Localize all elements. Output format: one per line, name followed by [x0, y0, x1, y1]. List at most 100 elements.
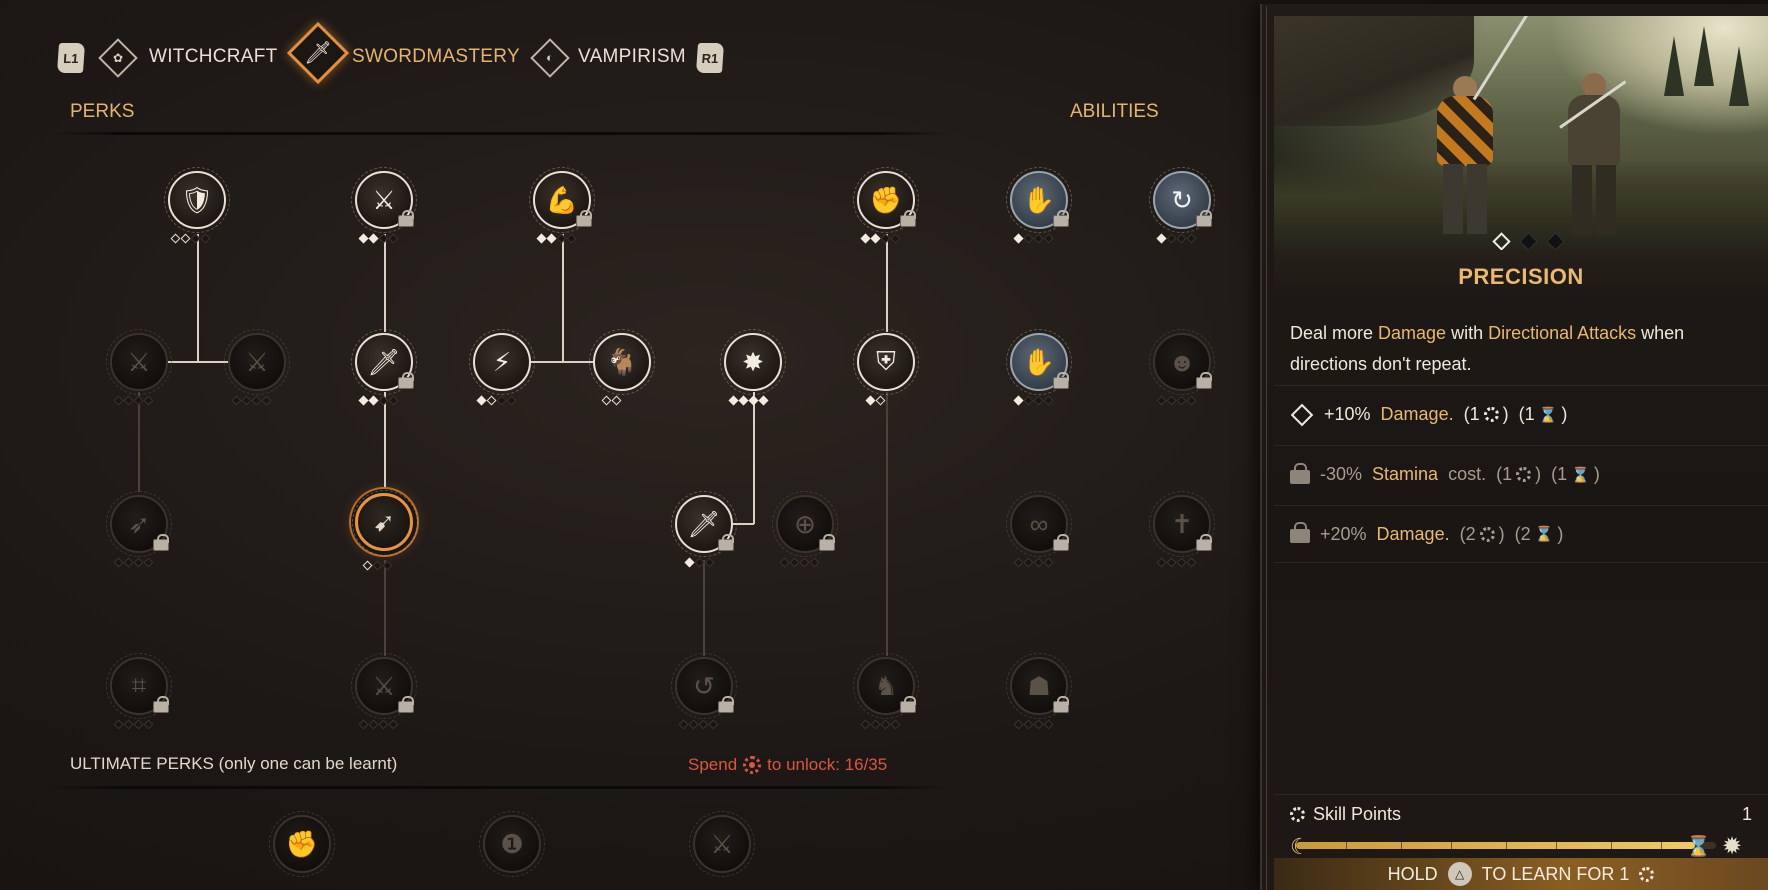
vampirism-icon[interactable]: ◐: [530, 38, 570, 78]
skill-point-icon: [1479, 526, 1495, 542]
perk-tiers: [684, 557, 715, 568]
tier-time-cost: (1 ⌛): [1518, 404, 1568, 424]
perk-node-beast[interactable]: 🐐: [589, 329, 655, 395]
hourglass-icon: ⌛: [1686, 836, 1711, 858]
perk-node-blades-locked[interactable]: ⚔: [106, 329, 172, 395]
perk-tiers: [362, 560, 393, 571]
ultimate-node-one[interactable]: ❶: [479, 811, 545, 877]
learn-prompt[interactable]: HOLD △ TO LEARN FOR 1: [1274, 862, 1768, 886]
skill-point-icon: [1516, 467, 1532, 482]
tier-time-cost: (2 ⌛): [1514, 523, 1564, 544]
perk-preview-image: [1274, 16, 1768, 250]
lock-icon: [1053, 372, 1069, 389]
desc-text: Deal more: [1290, 323, 1379, 343]
cost-points: (1: [1463, 404, 1480, 424]
lock-icon: [1290, 462, 1310, 484]
perk-tiers: [860, 233, 901, 244]
perk-tiers: [678, 719, 719, 730]
perk-node-shield[interactable]: 🛡: [164, 167, 230, 233]
perk-tier-2[interactable]: -30% Stamina cost. (1) (1 ⌛): [1274, 445, 1768, 503]
lock-icon: [819, 534, 835, 551]
tier-value: +20%: [1320, 523, 1367, 544]
ability-tiers: [1156, 233, 1197, 244]
tab-vampirism[interactable]: VAMPIRISM: [578, 46, 686, 68]
skill-point-icon: [1483, 407, 1499, 422]
desc-text: with: [1446, 323, 1489, 343]
unlock-prefix: Spend: [688, 755, 738, 774]
perk-tiers: [113, 719, 154, 730]
lock-icon: [398, 696, 414, 713]
perk-tiers: [536, 233, 577, 244]
skill-points-label: Skill Points: [1313, 804, 1402, 824]
prev-tab-button[interactable]: L1: [56, 43, 86, 73]
perk-node-crossed-swords-locked[interactable]: ⚔: [224, 329, 290, 395]
lock-icon: [398, 372, 414, 389]
perk-title: PRECISION: [1274, 250, 1768, 304]
ultimate-divider: [48, 786, 952, 789]
ability-tiers: [1156, 395, 1197, 406]
perk-tiers: [231, 395, 272, 406]
lock-icon: [1053, 696, 1069, 713]
preview-carousel[interactable]: [1492, 232, 1565, 251]
hourglass-icon: ⌛: [1534, 526, 1554, 543]
hourglass-icon: ⌛: [1571, 466, 1590, 484]
skill-point-icon: [743, 756, 762, 774]
perk-tiers: [476, 395, 517, 406]
perk-node-explosion[interactable]: ✸: [720, 329, 786, 395]
ability-tiers: [1013, 557, 1054, 568]
perk-tiers: [779, 557, 820, 568]
triangle-button-icon[interactable]: △: [1447, 862, 1472, 886]
perk-tier-1[interactable]: +10% Damage. (1) (1 ⌛): [1274, 385, 1768, 443]
perk-tiers: [113, 395, 154, 406]
tier-stat: Damage.: [1380, 404, 1454, 424]
lock-icon: [576, 210, 592, 227]
unlock-progress: to unlock: 16/35: [767, 755, 888, 774]
tier-point-cost: (1): [1496, 464, 1542, 484]
perk-tier-3[interactable]: +20% Damage. (2) (2 ⌛): [1274, 505, 1768, 563]
next-tab-button[interactable]: R1: [695, 43, 725, 73]
ability-tiers: [1013, 395, 1054, 406]
perk-node-slash-spark[interactable]: ⚡: [469, 329, 535, 395]
perk-tiers: [358, 233, 399, 244]
tier-unlocked-icon: [1290, 403, 1314, 426]
cost-time: (1: [1551, 464, 1568, 484]
lock-icon: [900, 210, 916, 227]
sun-icon: ✹: [1722, 833, 1743, 860]
tier-time-cost: (1 ⌛): [1551, 464, 1600, 484]
skill-point-icon: [1639, 866, 1655, 882]
perk-node-armor[interactable]: ⛨: [853, 329, 919, 395]
perk-node-precision-selected[interactable]: ➹: [352, 490, 418, 556]
tab-witchcraft[interactable]: WITCHCRAFT: [149, 46, 278, 68]
lock-icon: [1290, 522, 1310, 543]
perk-tiers: [358, 719, 399, 730]
skill-point-icon: [1290, 807, 1305, 822]
perk-tiers: [170, 233, 211, 244]
skill-progress-fill: [1296, 842, 1695, 849]
ultimate-perks-title: ULTIMATE PERKS (only one can be learnt): [70, 754, 398, 773]
perk-description: Deal more Damage with Directional Attack…: [1290, 318, 1760, 380]
lock-icon: [1053, 534, 1069, 551]
sword-icon[interactable]: 🗡: [286, 21, 350, 85]
lock-icon: [718, 696, 734, 713]
tier-point-cost: (1): [1463, 404, 1509, 424]
carousel-dot[interactable]: [1519, 232, 1538, 251]
cost-points: (2: [1459, 523, 1476, 544]
lock-icon: [1053, 210, 1069, 227]
perk-tiers: [865, 395, 886, 406]
ability-tiers: [1013, 719, 1054, 730]
carousel-dot[interactable]: [1546, 232, 1565, 251]
tab-swordmastery[interactable]: SWORDMASTERY: [352, 46, 520, 68]
desc-highlight-directional: Directional Attacks: [1488, 323, 1637, 343]
carousel-dot[interactable]: [1492, 232, 1511, 251]
lock-icon: [153, 534, 169, 551]
abilities-header: ABILITIES: [1070, 101, 1159, 122]
witchcraft-icon[interactable]: ✿: [98, 38, 138, 78]
skill-progress-bar: [1296, 840, 1716, 850]
cost-time: (2: [1514, 523, 1531, 544]
desc-highlight-damage: Damage: [1378, 323, 1447, 343]
ultimate-node-fist[interactable]: ✊: [269, 811, 335, 877]
lock-icon: [1196, 372, 1212, 389]
tier-value: -30%: [1320, 464, 1363, 484]
skill-points-row: Skill Points 1: [1274, 794, 1768, 834]
ultimate-node-swords[interactable]: ⚔: [689, 811, 755, 877]
